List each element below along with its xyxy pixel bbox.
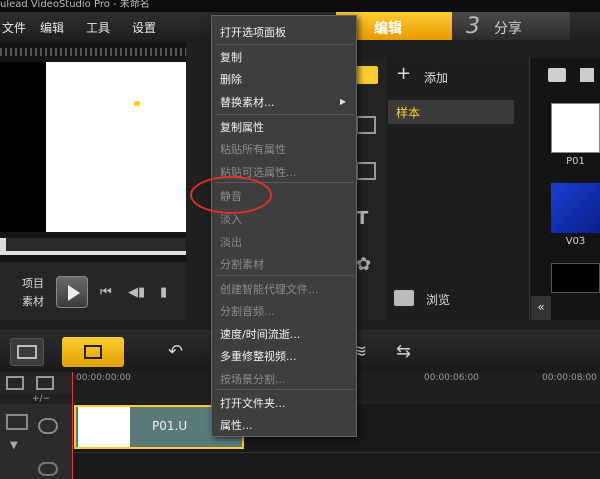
media-category-icon[interactable]	[356, 66, 378, 84]
menu-item-split-by-scene: 按场景分割...	[220, 373, 286, 386]
submenu-arrow-icon: ▶	[340, 97, 347, 106]
playhead[interactable]	[72, 372, 73, 479]
menu-item-open-folder[interactable]: 打开文件夹...	[220, 395, 286, 411]
scrub-handle[interactable]	[0, 238, 6, 252]
window-title: ulead VideoStudio Pro - 未命名	[0, 0, 600, 12]
menu-item-replace-clip[interactable]: 替换素材...	[220, 94, 275, 110]
library-folder-sample[interactable]: 样本	[388, 100, 514, 124]
menu-tools[interactable]: 工具	[86, 19, 110, 36]
menu-item-fade-out: 淡出	[220, 236, 242, 249]
zoom-controls[interactable]: +/−	[0, 394, 72, 404]
library-thumb[interactable]: P01	[551, 103, 600, 167]
track-list-icon[interactable]	[36, 376, 54, 390]
menu-separator	[216, 389, 354, 390]
thumb-image	[551, 183, 600, 233]
overlay-track-icon[interactable]	[38, 462, 58, 476]
menu-separator	[216, 114, 354, 115]
filter-category-icon[interactable]	[356, 162, 376, 180]
step-number: 3	[466, 14, 480, 39]
video-track-toggle-icon[interactable]	[6, 376, 24, 390]
go-to-start-icon[interactable]: ⏮	[100, 285, 112, 300]
play-icon	[68, 285, 80, 301]
step-tab-share[interactable]: 3 分享	[452, 12, 570, 40]
library-category-strip: T ✿	[356, 58, 386, 320]
mode-project-label[interactable]: 项目	[22, 275, 44, 291]
folder-icon[interactable]	[548, 68, 566, 82]
annotation-circle	[190, 176, 272, 214]
play-button[interactable]	[56, 276, 88, 308]
timeline-view-button[interactable]	[62, 337, 124, 367]
preview-sun-mark	[134, 101, 140, 106]
timeline-icon	[84, 345, 102, 359]
mix-icon[interactable]: ⇆	[396, 341, 411, 362]
pane-divider	[0, 48, 186, 56]
menu-item-open-options-panel[interactable]: 打开选项面板	[220, 24, 286, 40]
menu-item-split-clip: 分割素材	[220, 258, 264, 271]
track-divider	[72, 452, 600, 453]
context-menu: 打开选项面板 复制 删除 替换素材... ▶ 复制属性 粘贴所有属性 粘贴可选属…	[211, 15, 357, 437]
track-settings-icon[interactable]	[38, 418, 58, 434]
add-folder-button[interactable]: + 添加	[392, 63, 526, 88]
menu-item-paste-all-attributes: 粘贴所有属性	[220, 143, 286, 156]
menu-item-copy[interactable]: 复制	[220, 49, 242, 65]
menu-separator	[216, 44, 354, 45]
clip-thumbnail	[78, 407, 130, 447]
clip-label: P01.U	[152, 419, 188, 433]
preview-frame	[46, 62, 186, 232]
menu-file[interactable]: 文件	[2, 19, 26, 36]
step-label: 分享	[494, 21, 522, 37]
tick-label: 00:00:08:00	[542, 373, 597, 383]
browse-button[interactable]: 浏览	[394, 288, 524, 310]
media-type-icon[interactable]	[580, 68, 594, 82]
track-header: ▼	[0, 404, 72, 479]
storyboard-view-button[interactable]	[10, 338, 44, 366]
library-folder-list	[386, 58, 530, 320]
transition-category-icon[interactable]	[356, 116, 376, 134]
collapse-library-button[interactable]: «	[531, 296, 551, 320]
menu-item-copy-attributes[interactable]: 复制属性	[220, 119, 264, 135]
menu-item-delete[interactable]: 删除	[220, 71, 242, 87]
menu-item-create-smart-proxy: 创建智能代理文件...	[220, 283, 319, 296]
tick-label: 00:00:00:00	[76, 373, 131, 383]
next-frame-icon[interactable]: ▮	[160, 285, 167, 300]
mode-clip-label[interactable]: 素材	[22, 293, 44, 309]
plus-icon: +	[396, 63, 412, 84]
menu-item-split-audio: 分割音频...	[220, 305, 275, 318]
menu-edit[interactable]: 编辑	[40, 19, 64, 36]
menu-settings[interactable]: 设置	[132, 19, 156, 36]
video-track-icon	[6, 414, 28, 430]
expand-track-icon[interactable]: ▼	[10, 440, 18, 451]
menu-item-multi-trim-video[interactable]: 多重修整视频...	[220, 348, 297, 364]
playback-controls	[0, 262, 186, 320]
browse-label: 浏览	[426, 293, 451, 307]
filmstrip-icon	[17, 345, 37, 359]
step-label: 编辑	[374, 21, 402, 37]
add-label: 添加	[424, 71, 449, 85]
menu-item-properties[interactable]: 属性...	[220, 417, 253, 433]
folder-label: 样本	[396, 106, 421, 120]
thumb-caption: P01	[566, 156, 585, 167]
browse-icon	[394, 290, 414, 306]
thumb-image	[551, 263, 600, 293]
thumb-image	[551, 103, 600, 153]
video-editor-window: ulead VideoStudio Pro - 未命名 文件 编辑 工具 设置 …	[0, 0, 600, 479]
library-thumb[interactable]	[551, 263, 600, 293]
library-thumb[interactable]: V03	[551, 183, 600, 247]
tick-label: 00:00:06:00	[424, 373, 479, 383]
thumb-caption: V03	[565, 236, 586, 247]
graphic-category-icon[interactable]: ✿	[356, 254, 371, 275]
scrub-bar[interactable]	[0, 251, 186, 255]
undo-icon[interactable]: ↶	[168, 341, 183, 362]
title-category-icon[interactable]: T	[356, 208, 368, 229]
menu-separator	[216, 275, 354, 276]
menu-item-speed-time-lapse[interactable]: 速度/时间流逝...	[220, 326, 300, 342]
previous-frame-icon[interactable]: ◀▮	[128, 285, 145, 300]
scrub-track[interactable]	[0, 238, 186, 252]
